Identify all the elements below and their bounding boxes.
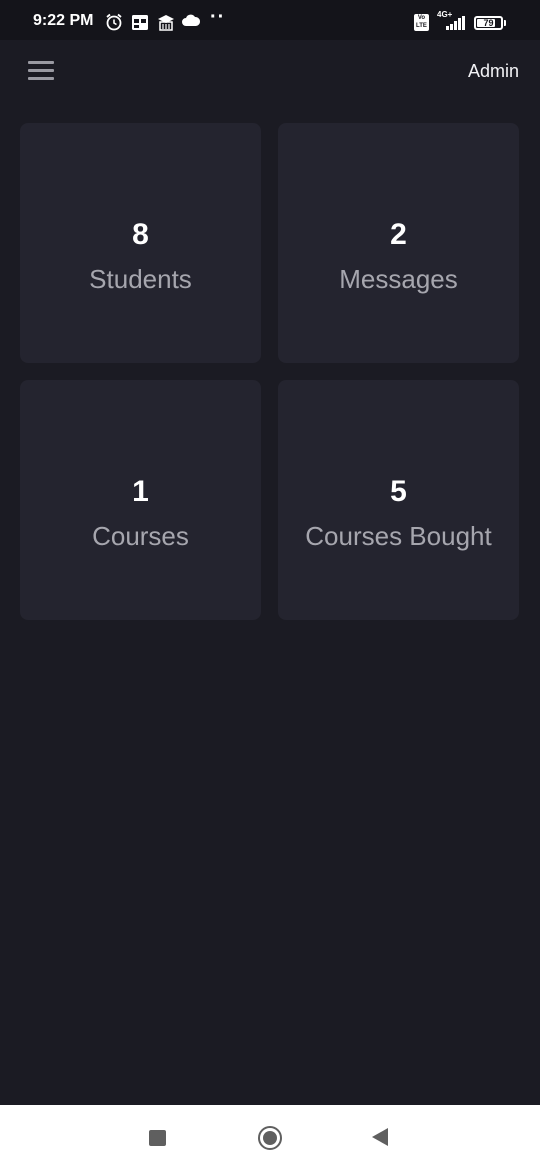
menu-line (28, 61, 54, 64)
back-icon[interactable] (372, 1128, 388, 1146)
menu-line (28, 69, 54, 72)
recent-apps-icon[interactable] (149, 1130, 166, 1146)
home-icon[interactable] (258, 1126, 282, 1150)
menu-line (28, 77, 54, 80)
calendar-icon (131, 13, 149, 36)
status-bar: 9:22 PM ·· Vo LTE 4G+ 79 (0, 0, 540, 40)
battery-icon: 79 (474, 16, 503, 30)
user-role-label[interactable]: Admin (468, 61, 519, 82)
system-nav-bar (0, 1105, 540, 1170)
alarm-icon (105, 13, 123, 36)
courses-bought-card[interactable]: 5 Courses Bought (278, 380, 519, 620)
messages-card[interactable]: 2 Messages (278, 123, 519, 363)
courses-bought-label: Courses Bought (305, 521, 492, 551)
signal-icon (446, 16, 466, 35)
status-time: 9:22 PM (33, 12, 94, 29)
volte-icon: Vo LTE (414, 14, 429, 31)
home-icon-inner (263, 1131, 277, 1145)
courses-label: Courses (92, 521, 189, 551)
messages-count: 2 (390, 218, 407, 251)
battery-tip (504, 20, 506, 26)
school-icon (157, 13, 175, 36)
courses-count: 1 (132, 475, 149, 508)
courses-bought-count: 5 (390, 475, 407, 508)
battery-level: 79 (483, 18, 494, 28)
hamburger-menu-icon[interactable] (26, 58, 58, 84)
cloud-icon (181, 13, 201, 34)
students-label: Students (89, 264, 192, 294)
students-card[interactable]: 8 Students (20, 123, 261, 363)
messages-label: Messages (339, 264, 458, 294)
courses-card[interactable]: 1 Courses (20, 380, 261, 620)
students-count: 8 (132, 218, 149, 251)
more-notifications-icon: ·· (210, 6, 226, 28)
